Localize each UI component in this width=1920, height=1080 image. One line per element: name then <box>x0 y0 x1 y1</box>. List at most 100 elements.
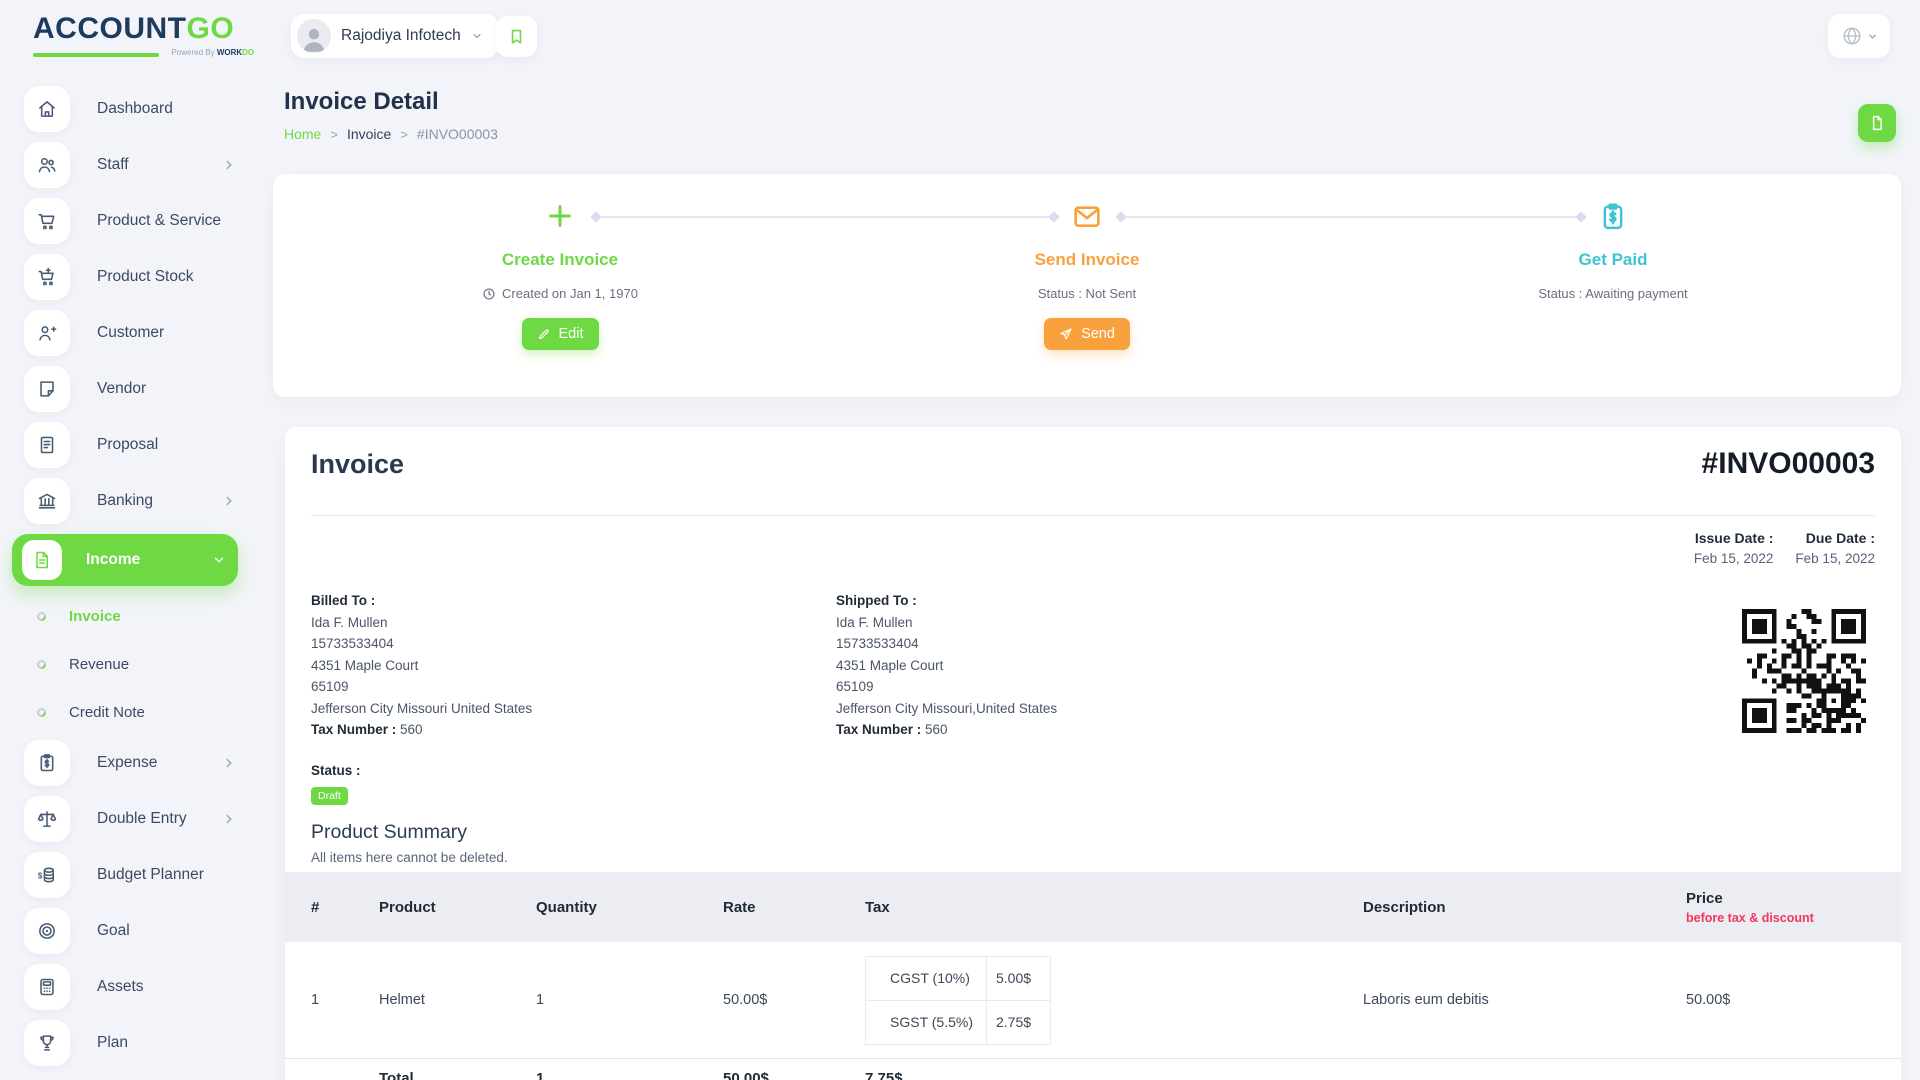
plus-icon <box>380 201 740 231</box>
status-badge: Draft <box>311 787 348 805</box>
sidebar-item-expense[interactable]: Expense <box>24 740 238 786</box>
product-table: # Product Quantity Rate Tax Description … <box>285 872 1901 1080</box>
chevron-right-icon <box>222 812 236 826</box>
product-summary-note: All items here cannot be deleted. <box>311 850 508 865</box>
bullet-icon <box>35 610 48 623</box>
sidebar-item-banking[interactable]: Banking <box>24 478 238 524</box>
avatar <box>297 19 331 53</box>
send-icon <box>1059 327 1073 341</box>
sidebar-item-plan[interactable]: Plan <box>24 1020 238 1066</box>
sidebar-item-label: Plan <box>97 1034 128 1052</box>
language-selector[interactable] <box>1828 14 1890 58</box>
sidebar-item-product-stock[interactable]: Product Stock <box>24 254 238 300</box>
step-status: Status : Awaiting payment <box>1433 286 1793 301</box>
tax-row: SGST (5.5%) 2.75$ <box>866 1001 1050 1045</box>
invoice-title: Invoice <box>311 449 404 480</box>
home-icon <box>24 86 70 132</box>
table-total-row: Total 1 50.00$ 7.75$ <box>285 1058 1901 1080</box>
sidebar-subitem-label: Revenue <box>69 656 129 673</box>
goal-icon <box>24 908 70 954</box>
sidebar-item-proposal[interactable]: Proposal <box>24 422 238 468</box>
step-title: Send Invoice <box>907 250 1267 270</box>
app-logo[interactable]: ACCOUNTGO Powered By WORKDO <box>33 14 263 62</box>
sidebar-item-vendor[interactable]: Vendor <box>24 366 238 412</box>
breadcrumb-invoice-link[interactable]: Invoice <box>347 126 391 142</box>
tax-row: CGST (10%) 5.00$ <box>866 957 1050 1001</box>
breadcrumb-separator: > <box>400 127 408 142</box>
divider <box>311 515 1875 516</box>
sidebar-item-assets[interactable]: Assets <box>24 964 238 1010</box>
step-status: Status : Not Sent <box>907 286 1267 301</box>
sidebar-item-label: Income <box>86 551 140 569</box>
plan-icon <box>24 1020 70 1066</box>
sidebar-item-goal[interactable]: Goal <box>24 908 238 954</box>
step-title: Create Invoice <box>380 250 740 270</box>
sidebar-item-label: Double Entry <box>97 810 187 828</box>
step-status: Created on Jan 1, 1970 <box>380 286 740 301</box>
powered-by-label: Powered By WORKDO <box>171 48 254 57</box>
sidebar-subitem-invoice[interactable]: Invoice <box>24 596 252 636</box>
budget-planner-icon: $ <box>24 852 70 898</box>
bullet-icon <box>35 706 48 719</box>
tax-breakdown-table: CGST (10%) 5.00$ SGST (5.5%) 2.75$ <box>865 956 1051 1045</box>
bookmark-button[interactable] <box>496 16 537 57</box>
step-send-invoice: Send Invoice Status : Not Sent Send <box>907 174 1267 397</box>
breadcrumb-current: #INVO00003 <box>417 126 498 142</box>
sidebar-subitem-credit-note[interactable]: Credit Note <box>24 692 252 732</box>
mail-icon <box>907 201 1267 233</box>
breadcrumb: Home > Invoice > #INVO00003 <box>284 126 498 142</box>
logo-underline <box>33 53 159 57</box>
product-summary-title: Product Summary <box>311 821 467 844</box>
sidebar-item-label: Customer <box>97 324 164 342</box>
sidebar-item-income[interactable]: Income <box>12 534 238 586</box>
chevron-down-icon <box>212 553 226 567</box>
invoice-progress-card: Create Invoice Created on Jan 1, 1970 Ed… <box>273 174 1901 397</box>
logo-text: ACCOUNTGO <box>33 14 263 44</box>
clipboard-dollar-icon <box>1433 201 1793 231</box>
sidebar-item-customer[interactable]: Customer <box>24 310 238 356</box>
edit-button[interactable]: Edit <box>522 318 599 350</box>
chevron-right-icon <box>222 756 236 770</box>
sidebar-subitem-revenue[interactable]: Revenue <box>24 644 252 684</box>
sidebar-item-label: Assets <box>97 978 144 996</box>
sidebar-item-dashboard[interactable]: Dashboard <box>24 86 238 132</box>
bullet-icon <box>35 658 48 671</box>
assets-icon <box>24 964 70 1010</box>
sidebar-item-label: Vendor <box>97 380 146 398</box>
sidebar-subitem-label: Invoice <box>69 608 121 625</box>
user-plus-icon <box>24 310 70 356</box>
step-create-invoice: Create Invoice Created on Jan 1, 1970 Ed… <box>380 174 740 397</box>
duplicate-invoice-button[interactable] <box>1858 104 1896 142</box>
globe-icon <box>1841 25 1863 47</box>
sidebar-item-double-entry[interactable]: Double Entry <box>24 796 238 842</box>
sidebar-item-label: Banking <box>97 492 153 510</box>
company-name: Rajodiya Infotech <box>341 27 461 45</box>
sidebar-item-label: Dashboard <box>97 100 173 118</box>
invoice-number: #INVO00003 <box>1702 447 1875 481</box>
issue-date: Issue Date : Feb 15, 2022 <box>1694 530 1774 566</box>
file-icon <box>1868 114 1886 132</box>
bank-icon <box>24 478 70 524</box>
sidebar-item-label: Budget Planner <box>97 866 204 884</box>
send-button[interactable]: Send <box>1044 318 1130 350</box>
shipped-to-block: Shipped To : Ida F. Mullen 15733533404 4… <box>836 590 1057 741</box>
chevron-down-icon <box>1867 31 1878 42</box>
breadcrumb-home-link[interactable]: Home <box>284 126 321 142</box>
sidebar-item-label: Proposal <box>97 436 158 454</box>
sidebar-item-staff[interactable]: Staff <box>24 142 238 188</box>
sidebar-item-product-service[interactable]: Product & Service <box>24 198 238 244</box>
sidebar-item-label: Product & Service <box>97 212 221 230</box>
pencil-icon <box>537 327 551 341</box>
sidebar-item-label: Expense <box>97 754 157 772</box>
qr-code <box>1742 609 1866 733</box>
price-subnote: before tax & discount <box>1686 911 1901 925</box>
due-date: Due Date : Feb 15, 2022 <box>1795 530 1875 566</box>
clock-icon <box>482 287 496 301</box>
expense-icon <box>24 740 70 786</box>
sidebar-item-budget-planner[interactable]: $ Budget Planner <box>24 852 238 898</box>
cart-icon <box>24 198 70 244</box>
page-title: Invoice Detail <box>284 88 439 116</box>
company-dropdown[interactable]: Rajodiya Infotech <box>291 14 499 58</box>
sidebar-item-label: Staff <box>97 156 129 174</box>
sidebar-subitem-label: Credit Note <box>69 704 145 721</box>
